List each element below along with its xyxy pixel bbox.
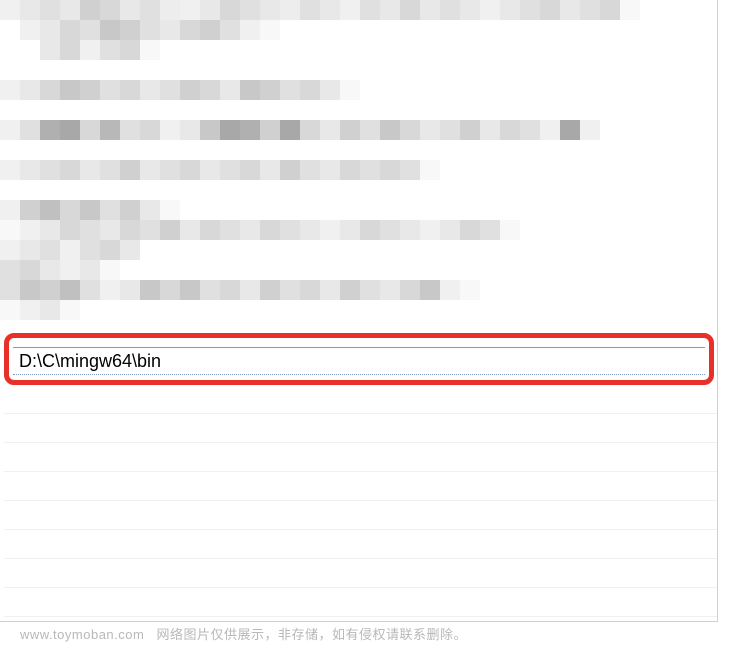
list-item[interactable]: [4, 385, 717, 414]
list-item[interactable]: [4, 588, 717, 617]
watermark-domain: www.toymoban.com: [20, 627, 144, 642]
empty-list-rows: [4, 385, 717, 621]
list-item[interactable]: [4, 501, 717, 530]
watermark-notice: 网络图片仅供展示，非存储，如有侵权请联系删除。: [156, 627, 467, 642]
watermark: www.toymoban.com 网络图片仅供展示，非存储，如有侵权请联系删除。: [20, 624, 467, 643]
list-item[interactable]: [4, 472, 717, 501]
highlighted-path-entry[interactable]: D:\C\mingw64\bin: [4, 333, 714, 385]
path-input-row[interactable]: D:\C\mingw64\bin: [13, 347, 705, 375]
list-item[interactable]: [4, 559, 717, 588]
obscured-entries-area: [0, 0, 717, 335]
path-list-panel: D:\C\mingw64\bin: [0, 0, 718, 622]
list-item[interactable]: [4, 414, 717, 443]
list-item[interactable]: [4, 530, 717, 559]
list-item[interactable]: [4, 443, 717, 472]
path-value: D:\C\mingw64\bin: [19, 351, 161, 372]
